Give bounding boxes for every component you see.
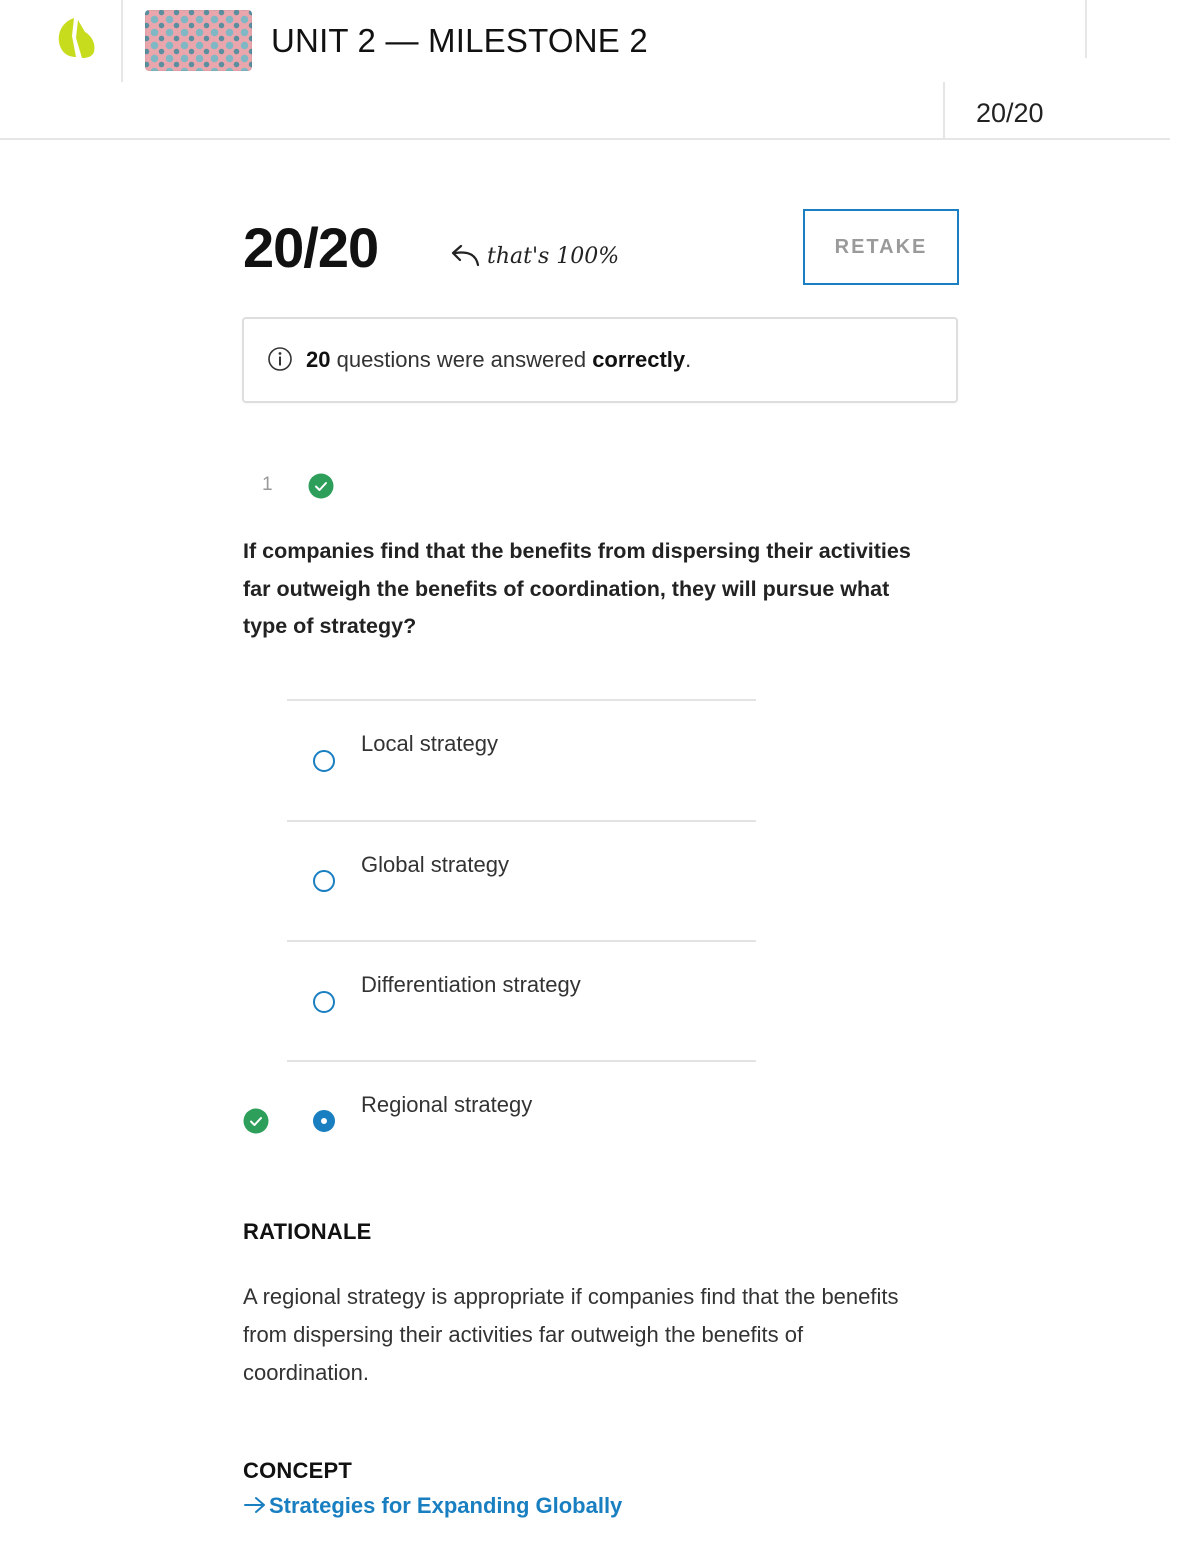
arrow-right-icon: [243, 1495, 269, 1521]
option-divider: [287, 1060, 756, 1062]
option-label[interactable]: Local strategy: [361, 731, 498, 757]
summary-end: .: [685, 347, 692, 372]
page-title: UNIT 2 — MILESTONE 2: [271, 22, 648, 59]
option-divider: [287, 820, 756, 822]
check-circle-icon: [308, 473, 334, 499]
result-score: 20/20: [243, 216, 379, 279]
check-circle-icon: [243, 1108, 269, 1134]
option-divider: [287, 699, 756, 701]
summary-middle: questions were answered: [330, 347, 593, 372]
rationale-title: RATIONALE: [243, 1219, 372, 1244]
score-divider: [943, 82, 945, 138]
header-score: 20/20: [976, 98, 1044, 128]
header-divider: [1085, 0, 1087, 58]
info-circle-icon: [267, 346, 293, 372]
concept-link[interactable]: Strategies for Expanding Globally: [243, 1493, 622, 1521]
option-label[interactable]: Differentiation strategy: [361, 972, 581, 998]
score-note: that's 100%: [487, 244, 620, 269]
rationale-text: A regional strategy is appropriate if co…: [243, 1284, 899, 1385]
option-divider: [287, 940, 756, 942]
concept-title: CONCEPT: [243, 1458, 352, 1483]
header-bottom-border: [0, 138, 1170, 140]
curved-arrow-icon: [447, 241, 481, 271]
option-radio-selected[interactable]: [313, 1110, 335, 1132]
option-radio[interactable]: [313, 750, 335, 772]
option-label[interactable]: Global strategy: [361, 852, 509, 878]
option-radio[interactable]: [313, 870, 335, 892]
concept-link-label[interactable]: Strategies for Expanding Globally: [269, 1493, 622, 1518]
question-number: 1: [262, 474, 273, 495]
summary-correct-word: correctly: [592, 347, 686, 372]
question-text: If companies find that the benefits from…: [243, 539, 911, 638]
correct-count: 20: [306, 347, 331, 372]
retake-button[interactable]: RETAKE: [803, 209, 959, 285]
option-label[interactable]: Regional strategy: [361, 1092, 532, 1118]
result-summary-text: 20 questions were answered correctly.: [306, 347, 691, 373]
logo-icon[interactable]: [54, 14, 98, 60]
option-radio[interactable]: [313, 991, 335, 1013]
header-divider: [121, 0, 123, 82]
course-thumbnail: [145, 10, 252, 71]
